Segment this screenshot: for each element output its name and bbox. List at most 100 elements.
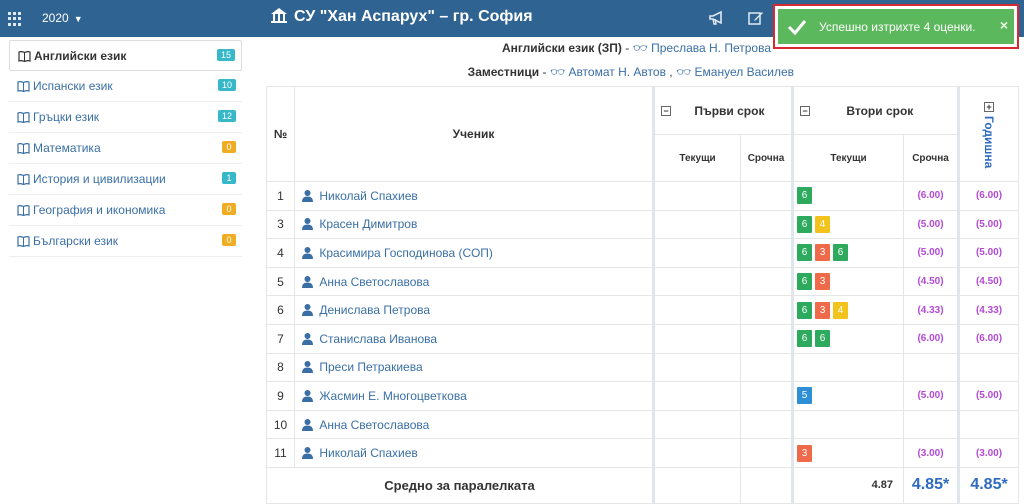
grade-badge[interactable]: 6 — [797, 187, 813, 205]
term2-final-cell[interactable] — [903, 409, 960, 440]
grade-badge[interactable]: 6 — [815, 330, 831, 348]
count-badge: 12 — [217, 110, 236, 122]
sidebar-item-label: История и цивилизации — [33, 172, 166, 186]
student-name-cell[interactable]: Красимира Господинова (СОП) — [294, 238, 654, 268]
term2-current-cell[interactable]: 63 — [791, 266, 905, 297]
grade-badge[interactable]: 3 — [797, 444, 813, 462]
student-name-cell[interactable]: Анна Светославова — [294, 409, 654, 440]
sidebar-item[interactable]: История и цивилизации 1 — [9, 164, 242, 195]
term1-final-cell[interactable] — [739, 238, 794, 268]
edit-icon[interactable] — [748, 10, 764, 26]
term2-current-cell[interactable]: 64 — [791, 209, 905, 240]
term1-final-cell[interactable] — [739, 381, 794, 411]
term2-final-cell[interactable]: (6.00) — [903, 323, 960, 354]
term1-current-cell[interactable] — [652, 209, 741, 240]
term2-current-cell[interactable]: 634 — [791, 295, 905, 325]
megaphone-icon[interactable] — [708, 10, 726, 26]
term2-final-cell[interactable]: (4.33) — [903, 295, 960, 325]
term1-final-cell[interactable] — [739, 266, 794, 297]
term2-final-cell[interactable]: (5.00) — [903, 381, 960, 411]
term1-current-cell[interactable] — [652, 266, 741, 297]
expand-annual-button[interactable]: + — [984, 101, 995, 112]
annual-cell[interactable]: (5.00) — [957, 209, 1020, 240]
term1-current-cell[interactable] — [652, 238, 741, 268]
annual-cell[interactable]: (6.00) — [957, 323, 1020, 354]
grade-badge[interactable]: 6 — [833, 244, 849, 262]
annual-cell[interactable]: (6.00) — [957, 181, 1020, 211]
count-badge: 0 — [222, 141, 236, 153]
sidebar-item[interactable]: Български език 0 — [9, 226, 242, 257]
term1-current-cell[interactable] — [652, 438, 741, 468]
grade-badge[interactable]: 6 — [797, 273, 813, 291]
grade-badge[interactable]: 6 — [797, 215, 813, 233]
term2-current-cell[interactable]: 636 — [791, 238, 905, 268]
teacher-link[interactable]: 👓︎ Преслава Н. Петрова — [633, 41, 771, 55]
grade-badge[interactable]: 3 — [815, 273, 831, 291]
sidebar-item[interactable]: Математика 0 — [9, 133, 242, 164]
term1-final-cell[interactable] — [739, 438, 794, 468]
student-name-cell[interactable]: Жасмин Е. Многоцветкова — [294, 381, 654, 411]
term2-final-cell[interactable]: (4.50) — [903, 266, 960, 297]
student-name-cell[interactable]: Красен Димитров — [294, 209, 654, 240]
grade-badge[interactable]: 6 — [797, 330, 813, 348]
annual-cell[interactable]: (5.00) — [957, 381, 1020, 411]
sidebar-item[interactable]: Гръцки език 12 — [9, 102, 242, 133]
term2-current-cell[interactable]: 5 — [791, 381, 905, 411]
student-name-cell[interactable]: Анна Светославова — [294, 266, 654, 297]
student-name-cell[interactable]: Николай Спахиев — [294, 181, 654, 211]
term2-final-cell[interactable] — [903, 352, 960, 383]
apps-grid-icon[interactable] — [8, 12, 22, 26]
term1-final-cell[interactable] — [739, 209, 794, 240]
annual-cell[interactable]: (4.50) — [957, 266, 1020, 297]
student-name-cell[interactable]: Преси Петракиева — [294, 352, 654, 383]
year-selector[interactable]: 2020 ▼ — [42, 11, 83, 25]
term1-final-cell[interactable] — [739, 181, 794, 211]
term1-final-cell[interactable] — [739, 409, 794, 440]
term1-current-cell[interactable] — [652, 352, 741, 383]
grade-badge[interactable]: 3 — [815, 301, 831, 319]
annual-cell[interactable]: (5.00) — [957, 238, 1020, 268]
toast-close-button[interactable]: × — [1000, 17, 1008, 33]
substitute-link-1[interactable]: 👓︎ Автомат Н. Автов — [550, 65, 666, 79]
student-name-cell[interactable]: Денислава Петрова — [294, 295, 654, 325]
collapse-term2-button[interactable]: − — [800, 105, 811, 116]
collapse-term1-button[interactable]: − — [661, 105, 671, 116]
term1-current-cell[interactable] — [652, 181, 741, 211]
term2-final-cell[interactable]: (5.00) — [903, 209, 960, 240]
term1-current-cell[interactable] — [652, 409, 741, 440]
annual-cell[interactable]: (4.33) — [957, 295, 1020, 325]
annual-cell[interactable] — [957, 409, 1020, 440]
term2-current-cell[interactable]: 6 — [791, 181, 905, 211]
sidebar-item[interactable]: Английски език 15 — [9, 40, 242, 71]
grade-badge[interactable]: 5 — [797, 387, 813, 405]
term1-final-cell[interactable] — [739, 295, 794, 325]
toast-message: Успешно изтрихте 4 оценки. — [819, 20, 976, 34]
grade-badge[interactable]: 4 — [815, 215, 831, 233]
term2-final-cell[interactable]: (5.00) — [903, 238, 960, 268]
term2-current-cell[interactable] — [791, 352, 905, 383]
student-name-cell[interactable]: Станислава Иванова — [294, 323, 654, 354]
term1-current-cell[interactable] — [652, 295, 741, 325]
row-number: 10 — [266, 409, 295, 440]
term1-current-cell[interactable] — [652, 381, 741, 411]
substitute-link-2[interactable]: 👓︎ Емануел Василев — [676, 65, 794, 79]
sidebar-item[interactable]: Испански език 10 — [9, 71, 242, 102]
grade-badge[interactable]: 3 — [815, 244, 831, 262]
term2-current-cell[interactable] — [791, 409, 905, 440]
annual-cell[interactable] — [957, 352, 1020, 383]
term1-final-cell[interactable] — [739, 352, 794, 383]
term1-current-cell[interactable] — [652, 323, 741, 354]
annual-cell[interactable]: (3.00) — [957, 438, 1020, 468]
grade-badge[interactable]: 6 — [797, 244, 813, 262]
student-name: Анна Светославова — [319, 417, 430, 432]
student-name-cell[interactable]: Николай Спахиев — [294, 438, 654, 468]
grade-badge[interactable]: 6 — [797, 301, 813, 319]
term2-current-cell[interactable]: 3 — [791, 438, 905, 468]
term2-final-cell[interactable]: (3.00) — [903, 438, 960, 468]
sidebar-item[interactable]: География и икономика 0 — [9, 195, 242, 226]
term1-label: Първи срок — [694, 103, 765, 118]
term2-final-cell[interactable]: (6.00) — [903, 181, 960, 211]
term1-final-cell[interactable] — [739, 323, 794, 354]
grade-badge[interactable]: 4 — [833, 301, 849, 319]
term2-current-cell[interactable]: 66 — [791, 323, 905, 354]
